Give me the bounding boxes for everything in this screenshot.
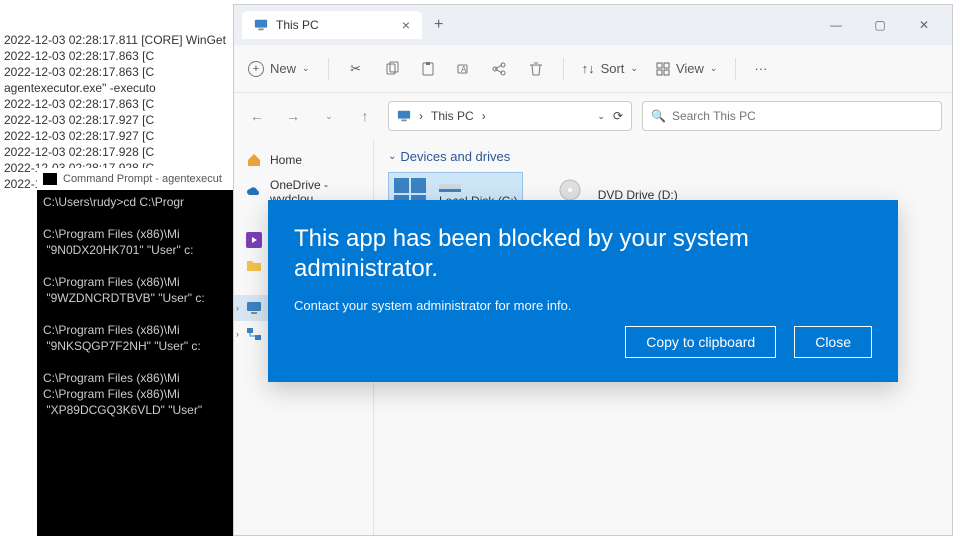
plus-icon: + xyxy=(248,61,264,77)
refresh-icon[interactable]: ⟳ xyxy=(613,109,623,123)
svg-text:A: A xyxy=(461,65,467,74)
chevron-down-icon: ⌄ xyxy=(630,63,638,74)
explorer-tabbar: This PC × + — ▢ ✕ xyxy=(234,5,952,45)
close-button[interactable]: ✕ xyxy=(904,11,944,39)
toolbar-separator xyxy=(328,58,329,80)
new-label: New xyxy=(270,61,296,76)
sort-label: Sort xyxy=(601,61,625,76)
videos-icon xyxy=(246,232,262,248)
address-location: This PC xyxy=(431,109,474,123)
forward-button[interactable]: → xyxy=(280,103,306,129)
dialog-buttons: Copy to clipboard Close xyxy=(294,326,872,358)
chevron-down-icon[interactable]: ⌄ xyxy=(597,111,605,122)
address-box[interactable]: › This PC › ⌄ ⟳ xyxy=(388,101,632,131)
cmd-icon xyxy=(43,173,57,185)
view-icon xyxy=(656,62,670,76)
pc-icon xyxy=(254,18,268,32)
copy-icon[interactable] xyxy=(383,60,401,78)
search-input[interactable] xyxy=(672,109,933,123)
toolbar-separator xyxy=(735,58,736,80)
devices-section-header[interactable]: ⌄ Devices and drives xyxy=(388,149,938,164)
new-button[interactable]: + New ⌄ xyxy=(248,61,310,77)
window-controls: — ▢ ✕ xyxy=(816,11,944,39)
more-button[interactable]: ··· xyxy=(754,61,767,76)
dialog-title: This app has been blocked by your system… xyxy=(294,224,872,284)
view-button[interactable]: View ⌄ xyxy=(656,61,718,76)
chevron-down-icon: ⌄ xyxy=(302,63,310,74)
chevron-icon: › xyxy=(236,329,239,339)
sidebar-label: Home xyxy=(270,153,302,167)
paste-icon[interactable] xyxy=(419,60,437,78)
view-label: View xyxy=(676,61,704,76)
cut-icon[interactable]: ✂ xyxy=(347,60,365,78)
search-box[interactable]: 🔍 xyxy=(642,101,942,131)
rename-icon[interactable]: A xyxy=(455,60,473,78)
dialog-subtitle: Contact your system administrator for mo… xyxy=(294,298,872,313)
chevron-icon: › xyxy=(419,109,423,123)
pc-icon xyxy=(397,109,411,123)
search-icon: 🔍 xyxy=(651,109,666,123)
chevron-down-icon: ⌄ xyxy=(710,63,718,74)
blocked-app-dialog: This app has been blocked by your system… xyxy=(268,200,898,382)
chevron-icon: › xyxy=(236,303,239,313)
tab-close-icon[interactable]: × xyxy=(402,17,410,33)
share-icon[interactable] xyxy=(491,60,509,78)
maximize-button[interactable]: ▢ xyxy=(860,11,900,39)
tab-label: This PC xyxy=(276,18,319,32)
section-label: Devices and drives xyxy=(400,149,510,164)
back-button[interactable]: ← xyxy=(244,103,270,129)
chevron-down-icon: ⌄ xyxy=(388,151,396,162)
sidebar-item-home[interactable]: Home xyxy=(234,147,373,173)
sort-icon: ↑↓ xyxy=(582,61,595,76)
sort-button[interactable]: ↑↓ Sort ⌄ xyxy=(582,61,638,76)
recent-dropdown[interactable]: ⌄ xyxy=(316,103,342,129)
explorer-addressbar: ← → ⌄ ↑ › This PC › ⌄ ⟳ 🔍 xyxy=(234,93,952,139)
network-icon xyxy=(246,326,262,342)
cloud-icon xyxy=(246,184,262,200)
copy-to-clipboard-button[interactable]: Copy to clipboard xyxy=(625,326,776,358)
cmd-title: Command Prompt - agentexecut xyxy=(63,171,222,187)
folder-icon xyxy=(246,258,262,274)
disk-icon xyxy=(439,182,461,194)
explorer-tab-thispc[interactable]: This PC × xyxy=(242,11,422,39)
delete-icon[interactable] xyxy=(527,60,545,78)
up-button[interactable]: ↑ xyxy=(352,103,378,129)
pc-icon xyxy=(246,300,262,316)
minimize-button[interactable]: — xyxy=(816,11,856,39)
toolbar-separator xyxy=(563,58,564,80)
chevron-icon: › xyxy=(482,109,486,123)
explorer-toolbar: + New ⌄ ✂ A ↑↓ Sort ⌄ View ⌄ ··· xyxy=(234,45,952,93)
tab-add-button[interactable]: + xyxy=(426,12,451,38)
home-icon xyxy=(246,152,262,168)
close-dialog-button[interactable]: Close xyxy=(794,326,872,358)
